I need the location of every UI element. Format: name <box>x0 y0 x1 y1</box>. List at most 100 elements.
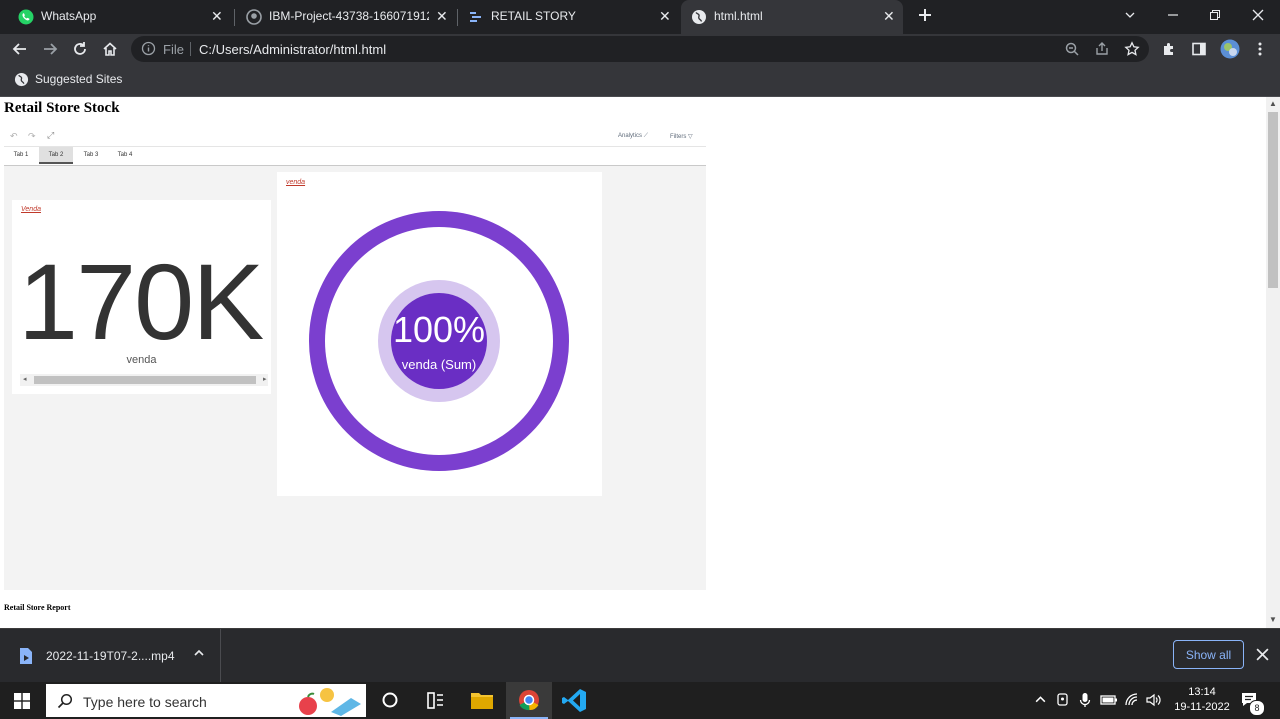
kpi-horizontal-scrollbar[interactable]: ◂ ▸ <box>20 374 268 386</box>
whatsapp-icon <box>18 9 34 25</box>
scroll-right-icon[interactable]: ▸ <box>263 375 267 383</box>
close-icon[interactable]: ✕ <box>436 8 448 25</box>
extensions-icon[interactable] <box>1161 41 1177 57</box>
tab-html-file[interactable]: html.html ✕ <box>681 0 903 34</box>
scheme-label: File <box>163 42 184 57</box>
task-view-icon[interactable] <box>412 682 458 719</box>
clock-date: 19-11-2022 <box>1174 701 1230 713</box>
new-tab-button[interactable] <box>915 5 935 25</box>
redo-icon[interactable]: ↷ <box>28 131 36 142</box>
video-file-icon <box>18 647 34 665</box>
donut-sub-label: venda (Sum) <box>402 357 476 372</box>
page-content: Retail Store Stock ↶ ↷ ⤢ Analytics ⟋ Fil… <box>0 97 1266 628</box>
kpi-value: 170K <box>18 241 264 362</box>
close-icon[interactable]: ✕ <box>211 8 223 25</box>
zoom-icon[interactable] <box>1064 41 1080 57</box>
page-vertical-scrollbar[interactable]: ▲ ▼ <box>1266 97 1280 628</box>
tab-1[interactable]: Tab 1 <box>4 147 38 164</box>
dashboard-toolbar: ↶ ↷ ⤢ Analytics ⟋ Filters ▽ <box>4 128 706 146</box>
bookmark-star-icon[interactable] <box>1124 41 1140 57</box>
notification-icon[interactable]: 8 <box>1240 691 1265 716</box>
donut-percent: 100% <box>393 309 485 350</box>
home-icon[interactable] <box>102 41 118 57</box>
info-icon[interactable] <box>141 41 156 56</box>
meet-now-icon[interactable] <box>1056 692 1071 708</box>
windows-start-icon[interactable] <box>14 693 30 709</box>
notification-badge: 8 <box>1249 700 1265 716</box>
search-placeholder: Type here to search <box>83 694 207 710</box>
download-item[interactable]: 2022-11-19T07-2....mp4 <box>0 629 221 683</box>
menu-dots-icon[interactable] <box>1252 41 1268 57</box>
tab-2[interactable]: Tab 2 <box>39 147 73 164</box>
embedded-dashboard: ↶ ↷ ⤢ Analytics ⟋ Filters ▽ Tab 1 Tab 2 … <box>4 128 706 590</box>
scrollbar-thumb[interactable] <box>1268 112 1278 288</box>
address-bar[interactable]: File C:/Users/Administrator/html.html <box>131 36 1149 62</box>
tab-search-button[interactable] <box>1108 0 1152 30</box>
donut-card[interactable]: venda 100% venda (Sum) <box>277 172 602 496</box>
url-text[interactable]: C:/Users/Administrator/html.html <box>199 42 386 57</box>
chevron-up-icon[interactable] <box>193 647 205 659</box>
page-title: Retail Store Stock <box>4 100 120 116</box>
filters-button[interactable]: Filters ▽ <box>670 133 693 140</box>
tab-3[interactable]: Tab 3 <box>74 147 108 164</box>
browser-toolbar: File C:/Users/Administrator/html.html <box>0 34 1280 64</box>
close-window-button[interactable] <box>1236 0 1280 30</box>
search-highlight-icon <box>296 686 364 716</box>
analytics-button[interactable]: Analytics ⟋ <box>618 133 648 140</box>
search-icon <box>57 693 73 709</box>
close-shelf-icon[interactable] <box>1256 648 1269 661</box>
globe-icon <box>691 9 707 25</box>
taskbar-search[interactable]: Type here to search <box>46 684 366 717</box>
battery-icon[interactable] <box>1100 693 1118 707</box>
scroll-left-icon[interactable]: ◂ <box>23 375 27 383</box>
tab-title: html.html <box>714 9 763 23</box>
expand-icon[interactable]: ⤢ <box>47 130 54 141</box>
close-icon[interactable]: ✕ <box>883 8 895 25</box>
minimize-button[interactable] <box>1151 0 1195 30</box>
github-icon <box>246 9 262 25</box>
kpi-card[interactable]: Venda 170K venda ◂ ▸ <box>12 200 271 394</box>
scroll-up-icon[interactable]: ▲ <box>1269 99 1277 108</box>
report-title: Retail Store Report <box>4 603 71 612</box>
restore-button[interactable] <box>1193 0 1237 30</box>
download-file-name: 2022-11-19T07-2....mp4 <box>46 649 175 663</box>
tab-github-project[interactable]: IBM-Project-43738-1660719127/ ✕ <box>236 0 456 34</box>
show-all-button[interactable]: Show all <box>1173 640 1244 669</box>
cortana-icon[interactable] <box>367 682 413 719</box>
tab-whatsapp[interactable]: WhatsApp ✕ <box>0 0 232 34</box>
tab-title: WhatsApp <box>41 9 97 23</box>
download-shelf: 2022-11-19T07-2....mp4 Show all <box>0 628 1280 683</box>
chevron-up-icon[interactable] <box>1034 693 1047 706</box>
undo-icon[interactable]: ↶ <box>10 131 18 142</box>
dashboard-tabs: Tab 1 Tab 2 Tab 3 Tab 4 <box>4 146 706 166</box>
tab-title: IBM-Project-43738-1660719127/ <box>269 9 429 23</box>
filter-icon: ▽ <box>688 134 693 140</box>
wifi-icon[interactable] <box>1124 692 1140 708</box>
microphone-icon[interactable] <box>1079 692 1091 708</box>
profile-avatar[interactable] <box>1220 39 1240 59</box>
scroll-down-icon[interactable]: ▼ <box>1269 615 1277 624</box>
forward-arrow-icon[interactable] <box>42 41 58 57</box>
system-clock[interactable]: 13:14 19-11-2022 <box>1170 685 1234 715</box>
tab-title: RETAIL STORY <box>491 9 576 23</box>
kpi-unit: venda <box>126 354 157 366</box>
close-icon[interactable]: ✕ <box>659 8 671 25</box>
globe-icon <box>14 72 29 87</box>
windows-taskbar: Type here to search 13:14 19-11-2022 8 <box>0 682 1280 719</box>
back-arrow-icon[interactable] <box>12 41 28 57</box>
reload-icon[interactable] <box>72 41 88 57</box>
scrollbar-thumb[interactable] <box>34 376 256 384</box>
tab-retail-story[interactable]: RETAIL STORY ✕ <box>458 0 680 34</box>
kpi-label: Venda <box>21 206 41 213</box>
file-explorer-icon[interactable] <box>459 682 505 719</box>
volume-icon[interactable] <box>1145 692 1161 708</box>
filters-label: Filters <box>670 134 687 140</box>
donut-chart: 100% venda (Sum) <box>309 211 569 471</box>
side-panel-icon[interactable] <box>1191 41 1207 57</box>
analytics-label: Analytics <box>618 133 643 139</box>
share-icon[interactable] <box>1094 41 1110 57</box>
bookmarks-bar: Suggested Sites <box>0 64 1280 97</box>
tab-4[interactable]: Tab 4 <box>108 147 142 164</box>
vscode-icon[interactable] <box>552 682 598 719</box>
chrome-icon[interactable] <box>506 682 552 719</box>
